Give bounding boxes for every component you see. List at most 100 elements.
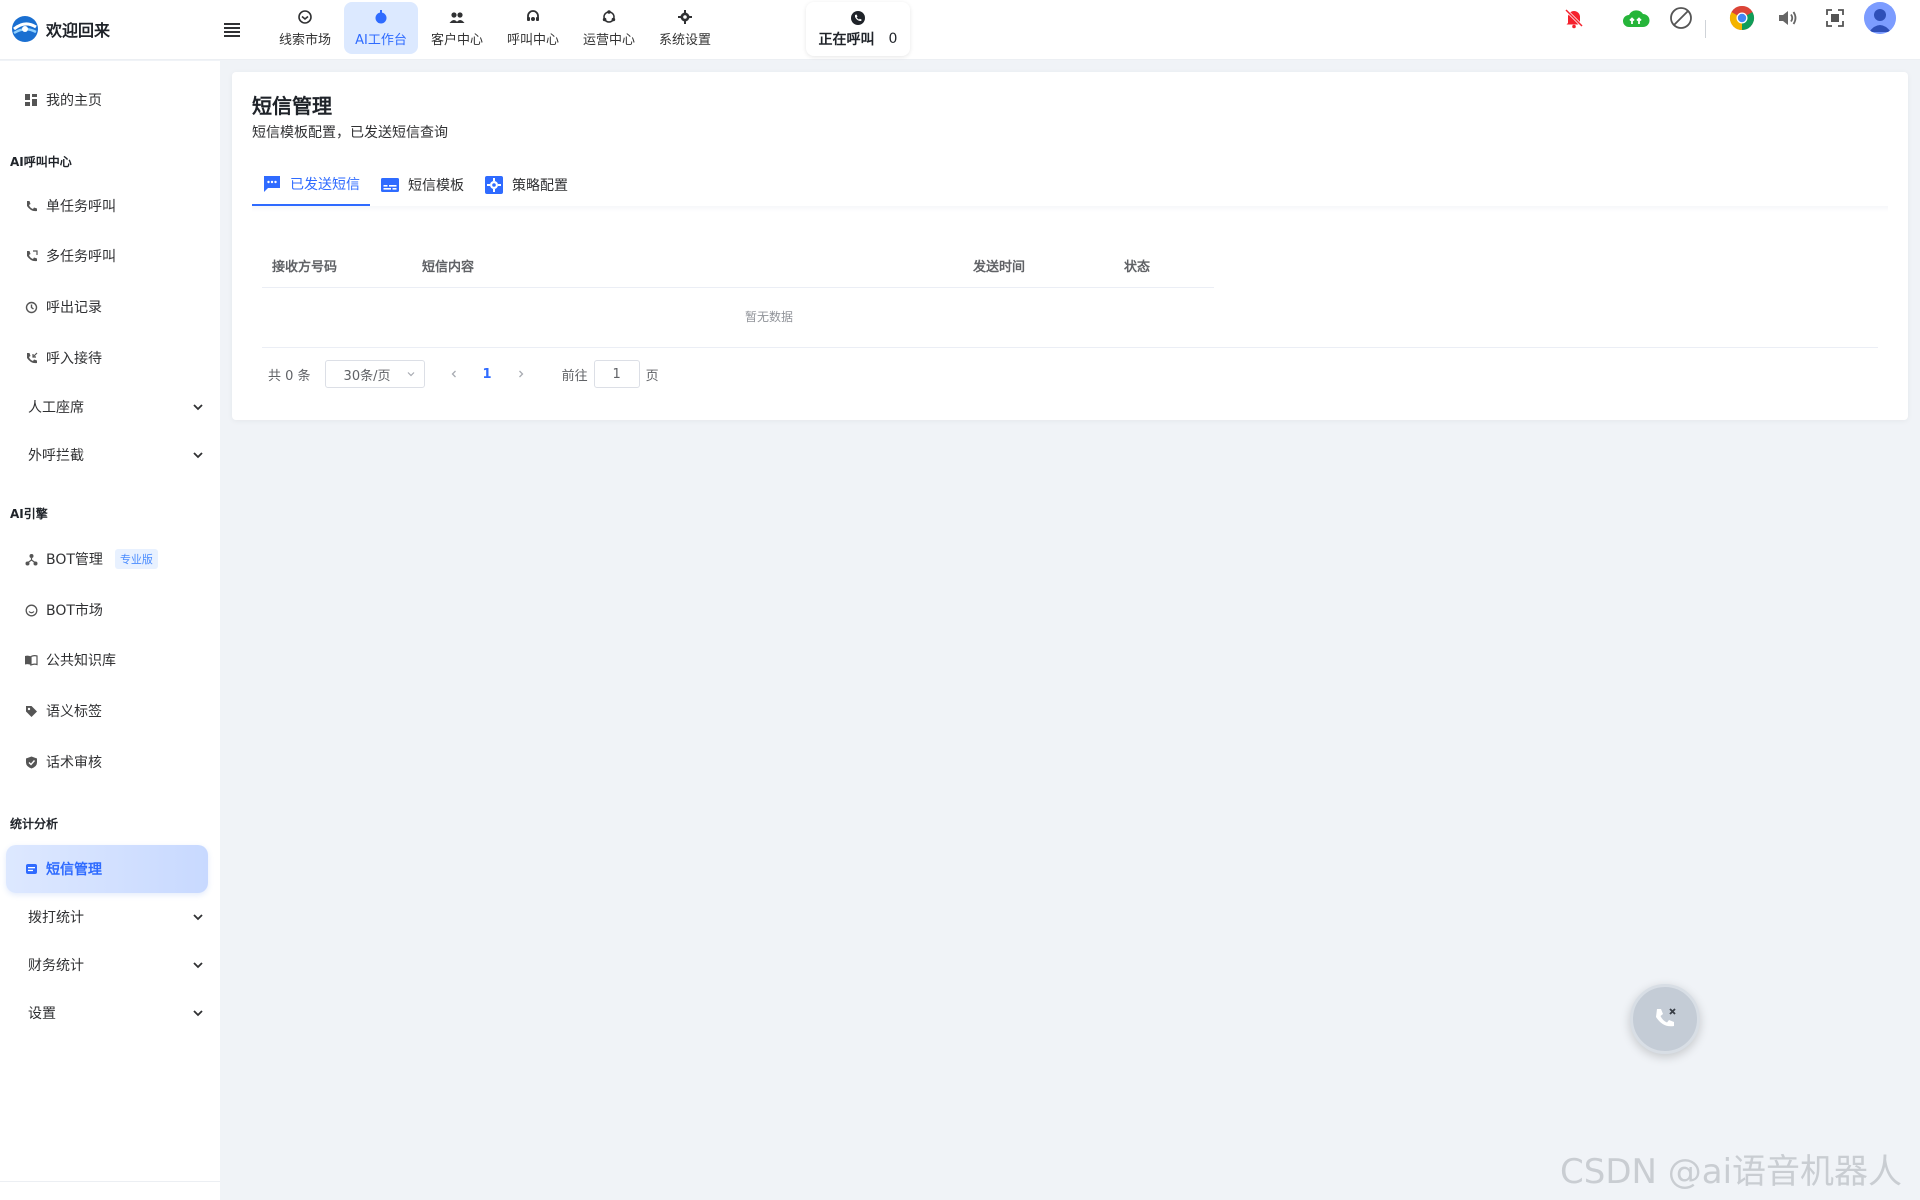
sidebar-item-bot-market[interactable]: BOT市场 [6,586,208,634]
template-icon [381,178,399,192]
column-header[interactable]: 短信内容 [422,256,474,275]
gear-icon [678,9,692,24]
total-count: 共 0 条 [268,368,311,384]
operations-icon [602,9,616,23]
book-icon [24,653,38,667]
tab-sent-sms[interactable]: 已发送短信 [252,164,370,206]
sidebar-item-multi-task-call[interactable]: 多任务呼叫 [6,232,208,280]
sidebar-item-bot-manage[interactable]: BOT管理 专业版 [6,535,208,583]
cloud-upload-icon [1623,10,1650,27]
page-number-button[interactable]: 1 [483,367,492,382]
goto-page-input[interactable] [593,360,640,388]
prev-page-button[interactable] [449,369,459,379]
tab-strategy-config[interactable]: 策略配置 [474,164,578,206]
sidebar-item-knowledge-base[interactable]: 公共知识库 [6,636,208,684]
sidebar-item-semantic-tags[interactable]: 语义标签 [6,687,208,735]
sidebar-item-label: 话术审核 [46,755,102,771]
history-icon [24,300,38,314]
sidebar-item-label: 单任务呼叫 [46,199,116,215]
column-header[interactable]: 接收方号码 [272,256,337,275]
app-logo[interactable]: 欢迎回来 [10,14,110,44]
sidebar-item-dial-stats[interactable]: 拨打统计 [28,897,204,937]
sidebar-item-outbound-intercept[interactable]: 外呼拦截 [28,435,204,475]
table-header: 接收方号码 短信内容 发送时间 状态 [262,242,1214,288]
page-subtitle: 短信模板配置，已发送短信查询 [252,125,448,141]
chevron-down-icon [193,452,203,459]
notifications-button[interactable] [1556,0,1592,36]
sidebar-item-manual-agents[interactable]: 人工座席 [28,387,204,427]
menu-toggle-button[interactable] [222,20,242,40]
sidebar: 我的主页 AI呼叫中心 单任务呼叫 多任务呼叫 呼出记录 呼入接待 人工座席 外… [0,61,220,1200]
headset-icon [527,9,539,21]
do-not-disturb-button[interactable] [1663,0,1699,36]
tab-label: 短信模板 [408,178,464,194]
user-icon [1864,2,1896,34]
tab-label: 已发送短信 [290,177,360,193]
tab-bar: 已发送短信 短信模板 策略配置 [252,164,578,206]
chrome-button[interactable] [1724,0,1760,36]
sidebar-item-label: 拨打统计 [28,910,84,926]
phone-forward-icon [24,249,38,263]
chevron-down-icon [193,404,203,411]
volume-button[interactable] [1770,0,1806,36]
sidebar-item-single-task-call[interactable]: 单任务呼叫 [6,182,208,230]
topnav-call-center[interactable]: 呼叫中心 [496,2,570,54]
sidebar-item-label: 财务统计 [28,958,84,974]
calling-status-panel[interactable]: 正在呼叫 0 [806,2,910,56]
topnav-system-settings[interactable]: 系统设置 [648,2,722,54]
chat-icon [264,176,280,192]
sidebar-item-home[interactable]: 我的主页 [6,76,208,124]
tab-sms-templates[interactable]: 短信模板 [370,164,474,206]
calling-count: 0 [888,30,898,47]
calling-label: 正在呼叫 [818,31,875,48]
topnav-label: 运营中心 [582,32,635,48]
topnav-customer-center[interactable]: 客户中心 [420,2,494,54]
ai-workbench-icon [375,9,387,23]
goto-label: 前往 [561,368,588,384]
pro-badge: 专业版 [114,549,158,569]
customers-icon [449,11,465,23]
topnav-operations-center[interactable]: 运营中心 [572,2,646,54]
page-size-select[interactable]: 30条/页 [324,360,425,388]
page-title: 短信管理 [252,94,332,118]
sidebar-item-inbound-reception[interactable]: 呼入接待 [6,334,208,382]
fullscreen-icon [1826,9,1844,27]
chevron-down-icon [407,372,414,377]
speaker-icon [1779,11,1797,25]
sidebar-item-settings[interactable]: 设置 [28,993,204,1033]
sidebar-item-outbound-records[interactable]: 呼出记录 [6,283,208,331]
sidebar-item-label: BOT市场 [46,603,103,619]
chevron-down-icon [193,1010,203,1017]
sms-manage-panel: 短信管理 短信模板配置，已发送短信查询 已发送短信 短信模板 策略配置 接收方号… [232,72,1908,420]
sidebar-group-ai-engine: AI引擎 [10,507,48,521]
divider [0,1181,220,1182]
block-icon [1670,7,1692,29]
sidebar-item-label: 呼出记录 [46,300,102,316]
phone-call-icon [851,10,865,25]
topnav-label: 客户中心 [430,32,483,48]
phone-incoming-icon [24,351,38,365]
message-icon [24,862,38,876]
chevron-left-icon [451,370,456,378]
cloud-sync-button[interactable] [1618,0,1654,36]
topnav-ai-workbench[interactable]: AI工作台 [344,2,418,54]
top-nav: 线索市场 AI工作台 客户中心 呼叫中心 运营中心 系统设置 [268,2,722,54]
divider [1705,20,1706,38]
fullscreen-button[interactable] [1817,0,1853,36]
sidebar-item-finance-stats[interactable]: 财务统计 [28,945,204,985]
floating-call-button[interactable] [1630,984,1700,1054]
app-title: 欢迎回来 [46,21,111,40]
column-header[interactable]: 发送时间 [973,256,1025,275]
topnav-clue-market[interactable]: 线索市场 [268,2,342,54]
user-avatar-button[interactable] [1862,0,1898,36]
sidebar-item-script-review[interactable]: 话术审核 [6,738,208,786]
logo-icon [12,16,38,42]
sidebar-item-label: 多任务呼叫 [46,249,116,265]
sidebar-item-label: BOT管理 [46,552,103,568]
sidebar-item-sms-manage[interactable]: 短信管理 [6,845,208,893]
sidebar-group-ai-call: AI呼叫中心 [10,155,72,169]
next-page-button[interactable] [516,369,526,379]
chrome-icon [1729,5,1755,31]
avatar [1864,2,1896,34]
column-header[interactable]: 状态 [1124,256,1150,275]
